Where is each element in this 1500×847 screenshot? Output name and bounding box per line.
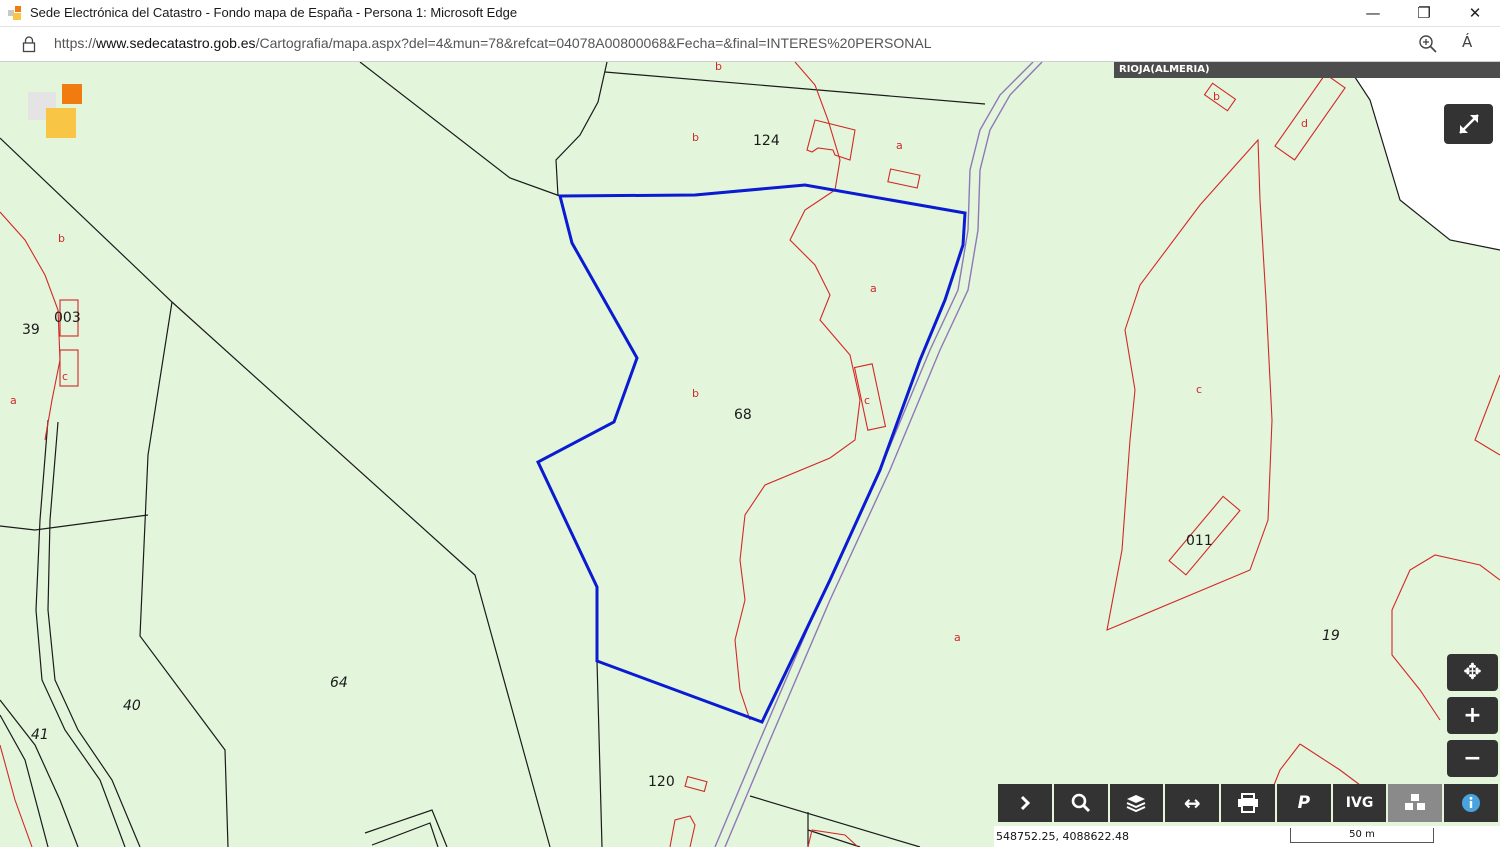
info-icon — [1462, 794, 1481, 812]
measure-icon: ↔ — [1183, 791, 1201, 815]
parcel-label: 40 — [123, 698, 141, 714]
chevron-right-icon — [1020, 795, 1031, 811]
address-bar[interactable]: https://www.sedecatastro.gob.es/Cartogra… — [0, 27, 1500, 62]
parcel-label: 19 — [1322, 628, 1340, 644]
subparcel-label: a — [896, 139, 903, 152]
subparcel-label: c — [1196, 383, 1203, 396]
map-canvas — [0, 62, 1500, 847]
expand-icon — [1458, 114, 1479, 134]
read-aloud-icon[interactable]: Á — [1462, 33, 1472, 51]
subparcel-label: c — [62, 370, 69, 383]
zoom-in-button[interactable]: + — [1447, 697, 1498, 734]
parcel-label: 120 — [648, 774, 675, 790]
move-icon: ✥ — [1463, 660, 1482, 685]
window-title-bar: Sede Electrónica del Catastro - Fondo ma… — [0, 0, 1500, 27]
parcel-label: 64 — [330, 675, 348, 691]
plus-icon: + — [1463, 703, 1482, 728]
subparcel-label: b — [692, 387, 699, 400]
subparcel-label: d — [1301, 117, 1308, 130]
parcel-label: 68 — [734, 407, 752, 423]
cadastral-reference-icon: P — [1297, 793, 1311, 813]
selected-parcel-outline[interactable] — [536, 183, 967, 724]
center-map-button[interactable]: ✥ — [1447, 654, 1498, 691]
parcel-label: 41 — [31, 727, 49, 743]
subparcel-label: b — [692, 131, 699, 144]
close-icon: ✕ — [1468, 4, 1482, 22]
subparcel-label: a — [10, 394, 17, 407]
restore-icon: ❐ — [1417, 4, 1431, 22]
zoom-out-button[interactable]: − — [1447, 740, 1498, 777]
toolbar-search-button[interactable] — [1053, 784, 1108, 822]
app-icon — [8, 6, 21, 20]
toolbar-info-button[interactable] — [1444, 784, 1499, 822]
subparcel-label: b — [715, 62, 722, 73]
lock-icon — [22, 36, 36, 53]
subparcel-label: c — [864, 394, 871, 407]
window-title: Sede Electrónica del Catastro - Fondo ma… — [30, 5, 518, 20]
subparcel-label: b — [1213, 90, 1220, 103]
coordinates-readout: 548752.25, 4088622.48 — [996, 830, 1129, 843]
toolbar-ivg-button[interactable]: IVG — [1332, 784, 1387, 822]
ivg-icon: IVG — [1345, 795, 1374, 811]
fullscreen-button[interactable] — [1444, 104, 1493, 144]
map-status-bar: 548752.25, 4088622.48 50 m — [994, 826, 1500, 847]
close-button[interactable]: ✕ — [1452, 0, 1498, 26]
zoom-page-icon[interactable] — [1418, 34, 1438, 54]
restore-button[interactable]: ❐ — [1401, 0, 1447, 26]
subparcel-label: b — [58, 232, 65, 245]
search-icon — [1071, 793, 1090, 813]
cadastral-map[interactable]: RIOJA(ALMERIA) 124 68 39 003 64 40 41 12… — [0, 62, 1500, 847]
parcel-label: 011 — [1186, 533, 1213, 549]
print-icon — [1238, 793, 1259, 813]
minimize-icon: — — [1365, 4, 1381, 22]
toolbar-expand-button[interactable] — [998, 784, 1052, 822]
minimize-button[interactable]: — — [1350, 0, 1396, 26]
cubes-icon — [1405, 794, 1426, 810]
catastro-logo — [28, 84, 82, 138]
parcel-label: 124 — [753, 133, 780, 149]
subparcel-label: a — [954, 631, 961, 644]
toolbar-print-button[interactable] — [1221, 784, 1275, 822]
toolbar-cubes-button[interactable] — [1388, 784, 1443, 822]
minus-icon: − — [1463, 746, 1482, 771]
parcel-label: 003 — [54, 310, 81, 326]
toolbar-layers-button[interactable] — [1109, 784, 1164, 822]
toolbar-reference-button[interactable]: P — [1276, 784, 1331, 822]
map-toolbar: ↔ P IVG — [998, 784, 1500, 824]
subparcel-label: a — [870, 282, 877, 295]
municipality-label: RIOJA(ALMERIA) — [1114, 62, 1500, 78]
parcel-label: 39 — [22, 322, 40, 338]
url-text[interactable]: https://www.sedecatastro.gob.es/Cartogra… — [54, 35, 931, 51]
layers-icon — [1127, 795, 1146, 813]
toolbar-measure-button[interactable]: ↔ — [1165, 784, 1220, 822]
scale-bar: 50 m — [1290, 828, 1434, 843]
